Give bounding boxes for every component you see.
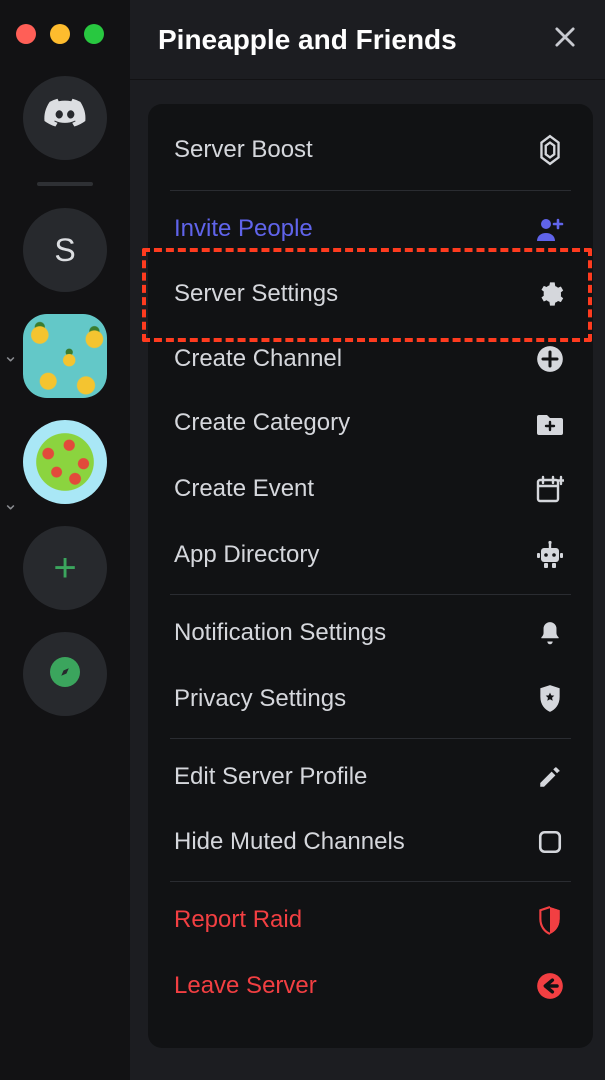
compass-icon [47,654,83,695]
menu-label: Notification Settings [174,619,386,648]
menu-create-event[interactable]: Create Event [148,456,593,522]
chevron-down-icon: ⌄ [3,346,18,367]
discord-logo-icon [42,93,88,144]
shield-alert-icon [533,906,567,936]
menu-label: App Directory [174,541,319,570]
menu-report-raid[interactable]: Report Raid [148,888,593,954]
menu-label: Leave Server [174,972,317,1001]
menu-label: Invite People [174,215,313,244]
user-plus-icon [533,216,567,242]
menu-server-boost[interactable]: Server Boost [148,116,593,184]
gear-icon [533,280,567,308]
menu-label: Server Boost [174,136,313,165]
server-dropdown-menu: Server Boost Invite People Server Settin… [148,104,593,1048]
server-button-pineapple[interactable]: ⌄ [23,314,107,398]
menu-hide-muted-channels[interactable]: Hide Muted Channels [148,810,593,875]
window-minimize-dot[interactable] [50,24,70,44]
server-initial: S [54,232,75,269]
leave-arrow-icon [533,972,567,1000]
chevron-down-icon: ⌄ [3,494,18,515]
calendar-plus-icon [533,474,567,504]
menu-app-directory[interactable]: App Directory [148,522,593,588]
server-header[interactable]: Pineapple and Friends [130,0,605,80]
server-title: Pineapple and Friends [158,24,457,56]
robot-icon [533,540,567,570]
window-zoom-dot[interactable] [84,24,104,44]
close-icon[interactable] [551,23,579,56]
pencil-icon [533,764,567,790]
menu-privacy-settings[interactable]: Privacy Settings [148,666,593,732]
menu-label: Edit Server Profile [174,763,367,792]
menu-divider [170,881,571,882]
menu-label: Create Category [174,409,350,438]
menu-server-settings[interactable]: Server Settings [148,262,593,327]
explore-button[interactable] [23,632,107,716]
shield-star-icon [533,684,567,714]
server-list: S ⌄ ⌄ + [23,76,107,716]
folder-plus-icon [533,411,567,437]
menu-divider [170,594,571,595]
menu-create-channel[interactable]: Create Channel [148,327,593,392]
plus-circle-icon [533,345,567,373]
plus-icon: + [53,546,76,591]
window-traffic-lights [16,24,104,44]
app-root: S ⌄ ⌄ + Pineapple and Friends [0,0,605,1080]
menu-invite-people[interactable]: Invite People [148,197,593,262]
menu-divider [170,738,571,739]
server-button-tree[interactable]: ⌄ [23,420,107,504]
server-button-s[interactable]: S [23,208,107,292]
menu-create-category[interactable]: Create Category [148,391,593,456]
menu-divider [170,190,571,191]
menu-label: Report Raid [174,906,302,935]
add-server-button[interactable]: + [23,526,107,610]
menu-leave-server[interactable]: Leave Server [148,954,593,1019]
right-column: Pineapple and Friends Server Boost Invit… [130,0,605,1080]
home-dm-button[interactable] [23,76,107,160]
server-rail: S ⌄ ⌄ + [0,0,130,1080]
menu-label: Create Event [174,475,314,504]
boost-gem-icon [533,134,567,166]
rail-separator [37,182,93,186]
menu-notification-settings[interactable]: Notification Settings [148,601,593,666]
menu-label: Server Settings [174,280,338,309]
menu-label: Create Channel [174,345,342,374]
bell-icon [533,620,567,648]
checkbox-empty-icon [533,829,567,855]
window-close-dot[interactable] [16,24,36,44]
menu-label: Privacy Settings [174,685,346,714]
menu-edit-server-profile[interactable]: Edit Server Profile [148,745,593,810]
menu-label: Hide Muted Channels [174,828,405,857]
